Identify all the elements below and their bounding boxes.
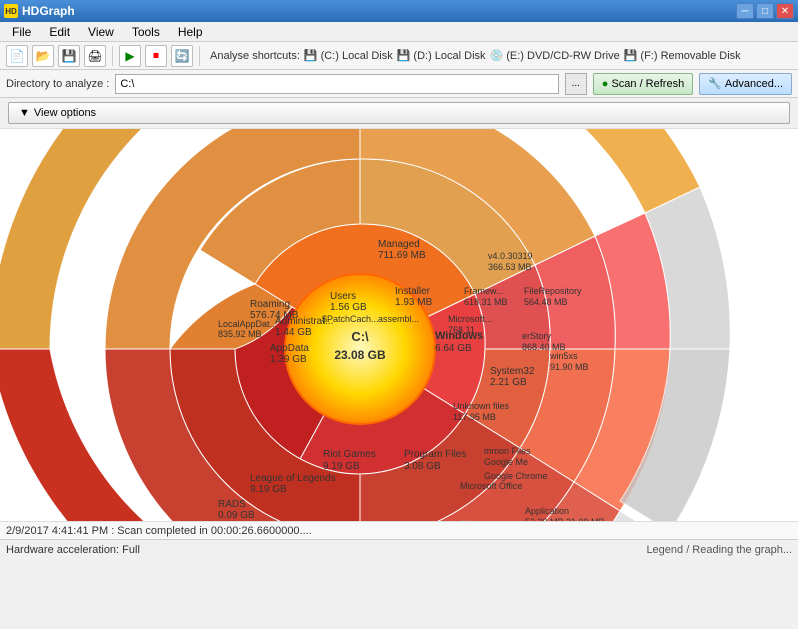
svg-text:$PatchCach...: $PatchCach... — [322, 314, 379, 324]
svg-text:Microsoft Office: Microsoft Office — [460, 481, 522, 491]
dropdown-icon: ▼ — [19, 107, 30, 119]
svg-text:v4.0.30319: v4.0.30319 — [488, 251, 533, 261]
svg-text:RADS: RADS — [218, 499, 246, 510]
title-controls: ─ □ ✕ — [736, 3, 794, 19]
svg-text:6.64 GB: 6.64 GB — [435, 343, 472, 354]
svg-text:835.92 MB: 835.92 MB — [218, 329, 262, 339]
advanced-button[interactable]: 🔧 Advanced... — [699, 73, 792, 95]
svg-text:System32: System32 — [490, 366, 535, 377]
menu-bar: File Edit View Tools Help — [0, 22, 798, 42]
disk-c-link[interactable]: 💾 (C:) Local Disk — [304, 49, 393, 62]
menu-help[interactable]: Help — [170, 23, 211, 41]
close-button[interactable]: ✕ — [776, 3, 794, 19]
svg-text:assembl...: assembl... — [378, 314, 419, 324]
svg-text:Framew...: Framew... — [464, 286, 504, 296]
svg-text:117.95 MB: 117.95 MB — [453, 412, 496, 422]
disk-f-icon: 💾 — [624, 49, 638, 62]
restore-button[interactable]: □ — [756, 3, 774, 19]
toolbar-separator-1 — [112, 46, 113, 66]
svg-text:1.44 GB: 1.44 GB — [275, 327, 312, 338]
svg-text:Unknown files: Unknown files — [453, 401, 510, 411]
scan-refresh-button[interactable]: ● Scan / Refresh — [593, 73, 693, 95]
svg-text:Roaming: Roaming — [250, 299, 290, 310]
directory-input[interactable] — [115, 74, 558, 94]
svg-text:1.56 GB: 1.56 GB — [330, 302, 367, 313]
svg-text:868.40 MB: 868.40 MB — [522, 342, 566, 352]
title-bar: HD HDGraph ─ □ ✕ — [0, 0, 798, 22]
svg-text:3.08 GB: 3.08 GB — [404, 461, 441, 472]
svg-text:C:\: C:\ — [351, 329, 369, 344]
svg-text:2.21 GB: 2.21 GB — [490, 377, 527, 388]
svg-text:564.48 MB: 564.48 MB — [524, 297, 568, 307]
ellipsis: ... — [303, 525, 312, 537]
app-icon: HD — [4, 4, 18, 18]
svg-text:1.93 MB: 1.93 MB — [395, 297, 433, 308]
directory-bar: Directory to analyze : ... ● Scan / Refr… — [0, 70, 798, 98]
svg-text:erStory: erStory — [522, 331, 552, 341]
svg-text:618.31 MB: 618.31 MB — [464, 297, 508, 307]
shortcuts-label: Analyse shortcuts: — [210, 50, 300, 62]
timestamp-bar: 2/9/2017 4:41:41 PM : Scan completed in … — [0, 521, 798, 539]
svg-text:League of Legends: League of Legends — [250, 473, 336, 484]
svg-text:Microsoft...: Microsoft... — [448, 314, 492, 324]
timestamp-text: 2/9/2017 4:41:41 PM : Scan completed in … — [6, 525, 303, 537]
svg-text:768.11...: 768.11... — [448, 325, 482, 335]
advanced-icon: 🔧 — [708, 77, 722, 90]
svg-text:Users: Users — [330, 291, 356, 302]
app-title: HDGraph — [22, 4, 75, 18]
disk-e-link[interactable]: 💿 (E:) DVD/CD-RW Drive — [490, 49, 620, 62]
scan-start-button[interactable]: ▶ — [119, 45, 141, 67]
svg-text:LocalAppDat...: LocalAppDat... — [218, 319, 277, 329]
svg-text:0.09 GB: 0.09 GB — [218, 510, 255, 521]
scan-stop-button[interactable]: ⏹ — [145, 45, 167, 67]
disk-c-icon: 💾 — [304, 49, 318, 62]
refresh-button[interactable]: 🔄 — [171, 45, 193, 67]
disk-f-link[interactable]: 💾 (F:) Removable Disk — [624, 49, 741, 62]
svg-text:Managed: Managed — [378, 239, 420, 250]
browse-button[interactable]: ... — [565, 73, 587, 95]
menu-tools[interactable]: Tools — [124, 23, 168, 41]
svg-text:9.19 GB: 9.19 GB — [323, 461, 360, 472]
toolbar-separator-2 — [199, 46, 200, 66]
disk-chart: C:\ 23.08 GB Windows 6.64 GB Users 1.56 … — [0, 129, 798, 559]
svg-text:711.69 MB: 711.69 MB — [378, 250, 426, 261]
svg-text:9.19 GB: 9.19 GB — [250, 484, 287, 495]
directory-label: Directory to analyze : — [6, 78, 109, 90]
disk-d-icon: 💾 — [397, 49, 411, 62]
hw-acceleration-status: Hardware acceleration: Full — [6, 544, 140, 556]
new-button[interactable]: 📄 — [6, 45, 28, 67]
menu-view[interactable]: View — [80, 23, 122, 41]
svg-text:FileRepository: FileRepository — [524, 286, 582, 296]
menu-file[interactable]: File — [4, 23, 39, 41]
scan-icon: ● — [602, 78, 609, 90]
toolbar: 📄 📂 💾 🖨 ▶ ⏹ 🔄 Analyse shortcuts: 💾 (C:) … — [0, 42, 798, 70]
svg-text:mmon Files: mmon Files — [484, 446, 531, 456]
status-bar: Hardware acceleration: Full Legend / Rea… — [0, 539, 798, 559]
svg-text:Riot Games: Riot Games — [323, 449, 376, 460]
disk-d-link[interactable]: 💾 (D:) Local Disk — [397, 49, 486, 62]
legend-button[interactable]: Legend / Reading the graph... — [646, 544, 792, 556]
disk-e-icon: 💿 — [490, 49, 504, 62]
svg-text:win5xs: win5xs — [549, 351, 578, 361]
svg-text:Google Chrome: Google Chrome — [484, 471, 548, 481]
view-options-button[interactable]: ▼ View options — [8, 102, 790, 124]
minimize-button[interactable]: ─ — [736, 3, 754, 19]
svg-text:23.08 GB: 23.08 GB — [334, 348, 386, 362]
chart-container[interactable]: C:\ 23.08 GB Windows 6.64 GB Users 1.56 … — [0, 129, 798, 559]
svg-text:1.39 GB: 1.39 GB — [270, 354, 307, 365]
svg-text:Google Me: Google Me — [484, 457, 528, 467]
main-content: C:\ 23.08 GB Windows 6.64 GB Users 1.56 … — [0, 129, 798, 559]
print-button[interactable]: 🖨 — [84, 45, 106, 67]
menu-edit[interactable]: Edit — [41, 23, 78, 41]
svg-text:AppData: AppData — [270, 343, 309, 354]
svg-text:366.53 MB: 366.53 MB — [488, 262, 532, 272]
save-button[interactable]: 💾 — [58, 45, 80, 67]
open-button[interactable]: 📂 — [32, 45, 54, 67]
svg-text:Installer: Installer — [395, 286, 431, 297]
svg-text:Application: Application — [525, 506, 569, 516]
view-options-bar: ▼ View options — [0, 98, 798, 129]
svg-text:Program Files: Program Files — [404, 449, 466, 460]
svg-text:91.90 MB: 91.90 MB — [550, 362, 589, 372]
